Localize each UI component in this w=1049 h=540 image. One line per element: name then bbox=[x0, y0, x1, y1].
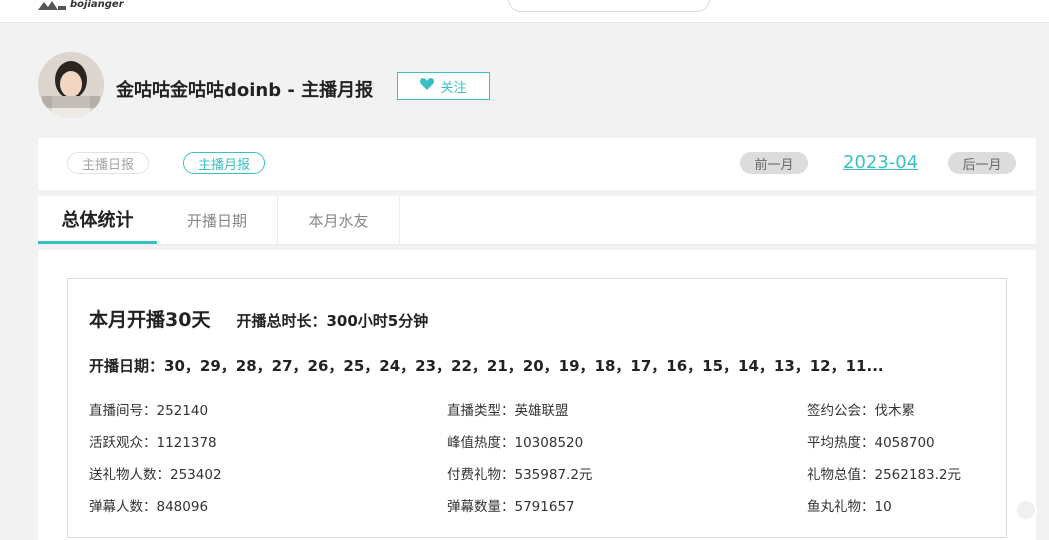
stat-avg-heat: 平均热度：4058700 bbox=[807, 435, 935, 451]
stat-fishball-gifts: 鱼丸礼物：10 bbox=[807, 499, 892, 515]
stat-active-viewers: 活跃观众：1121378 bbox=[89, 435, 217, 451]
tab-bar: 总体统计 开播日期 本月水友 bbox=[38, 196, 1036, 245]
streamer-avatar bbox=[38, 52, 104, 118]
follow-button[interactable]: 关注 bbox=[397, 72, 490, 100]
heart-icon bbox=[420, 78, 435, 94]
streamer-name: 金咕咕金咕咕doinb bbox=[116, 80, 282, 101]
stats-content-panel: 本月开播30天 开播总时长：300小时5分钟 开播日期：30，29，28，27，2… bbox=[38, 250, 1036, 540]
stat-gift-senders: 送礼物人数：253402 bbox=[89, 467, 222, 483]
next-month-button[interactable]: 后一月 bbox=[948, 152, 1016, 174]
page-title: 金咕咕金咕咕doinb - 主播月报 bbox=[116, 76, 373, 102]
broadcast-days: 本月开播30天 bbox=[89, 309, 211, 331]
broadcast-duration: 开播总时长：300小时5分钟 bbox=[236, 312, 429, 330]
title-separator: - bbox=[281, 80, 302, 101]
search-box[interactable] bbox=[508, 0, 710, 12]
dates-label: 开播日期： bbox=[89, 357, 165, 375]
stat-live-type: 直播类型：英雄联盟 bbox=[447, 403, 569, 419]
daily-report-button[interactable]: 主播日报 bbox=[67, 152, 149, 174]
summary-line: 本月开播30天 开播总时长：300小时5分钟 bbox=[89, 305, 428, 332]
stat-danmu-count: 弹幕数量：5791657 bbox=[447, 499, 575, 515]
weibo-watermark bbox=[1015, 498, 1037, 522]
tab-monthly-fans[interactable]: 本月水友 bbox=[278, 196, 400, 244]
report-switch-panel: 主播日报 主播月报 前一月 2023-04 后一月 bbox=[38, 138, 1036, 190]
site-logo[interactable]: bojianger bbox=[38, 0, 124, 10]
monthly-report-button[interactable]: 主播月报 bbox=[183, 152, 265, 174]
dates-value: 30，29，28，27，26，25，24，23，22，21，20，19，18，1… bbox=[164, 357, 884, 375]
stat-peak-heat: 峰值热度：10308520 bbox=[447, 435, 584, 451]
overall-stats-box: 本月开播30天 开播总时长：300小时5分钟 开播日期：30，29，28，27，2… bbox=[67, 278, 1007, 538]
weibo-watermark-icon bbox=[1015, 499, 1037, 521]
top-navigation-bar: bojianger bbox=[0, 0, 1049, 23]
report-name: 主播月报 bbox=[301, 80, 374, 101]
follow-label: 关注 bbox=[440, 80, 467, 96]
previous-month-button[interactable]: 前一月 bbox=[740, 152, 808, 174]
tab-broadcast-dates[interactable]: 开播日期 bbox=[157, 196, 278, 244]
stat-gift-total: 礼物总值：2562183.2元 bbox=[807, 467, 962, 483]
broadcast-dates-line: 开播日期：30，29，28，27，26，25，24，23，22，21，20，19… bbox=[89, 355, 989, 376]
stat-guild: 签约公会：伐木累 bbox=[807, 403, 915, 419]
tab-overall-stats[interactable]: 总体统计 bbox=[38, 196, 157, 244]
logo-text: bojianger bbox=[70, 0, 124, 10]
stat-danmu-users: 弹幕人数：848096 bbox=[89, 499, 209, 515]
logo-mark-icon bbox=[38, 0, 66, 10]
current-month-link[interactable]: 2023-04 bbox=[843, 152, 918, 173]
stat-room-id: 直播间号：252140 bbox=[89, 403, 209, 419]
stat-paid-gifts: 付费礼物：535987.2元 bbox=[447, 467, 593, 483]
